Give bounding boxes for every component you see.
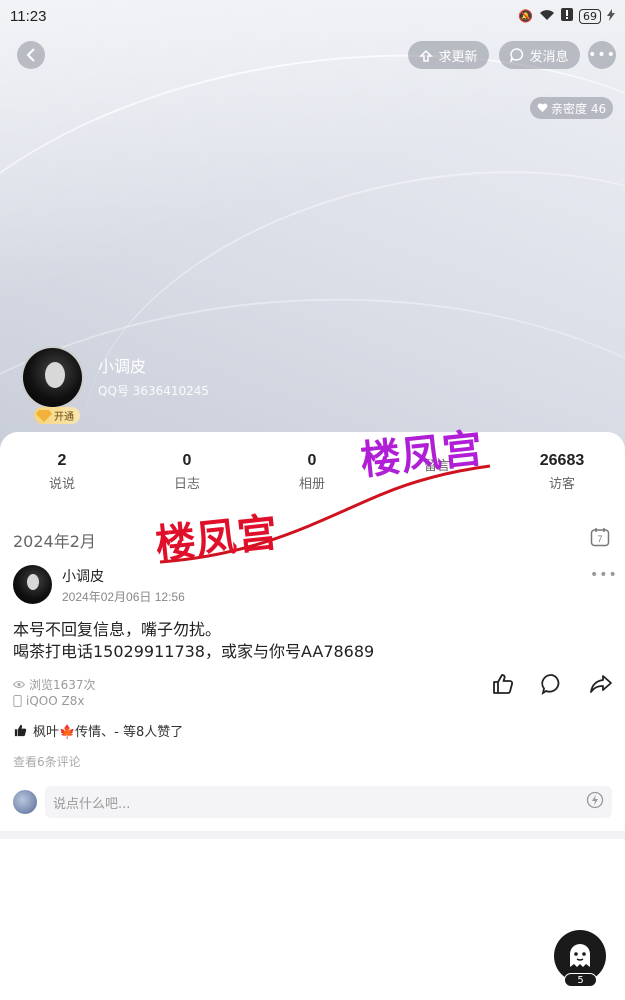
feed-month: 2024年2月 [13, 532, 96, 551]
post-author-name[interactable]: 小调皮 [62, 566, 104, 586]
lightning-icon[interactable] [586, 791, 604, 813]
stat-blogs[interactable]: 0 日志 [137, 452, 237, 492]
profile-name: 小调皮 [98, 357, 147, 376]
view-comments-link[interactable]: 查看6条评论 [13, 753, 81, 770]
mute-icon: 🔕 [518, 9, 533, 23]
comment-input[interactable]: 说点什么吧... [45, 786, 612, 818]
calendar-day: 7 [597, 534, 602, 544]
post-author-avatar[interactable] [13, 565, 52, 604]
send-message-label: 发消息 [529, 49, 569, 65]
intimacy-badge[interactable]: 亲密度 46 [530, 97, 614, 119]
post-more-button[interactable]: ••• [590, 567, 618, 583]
request-update-button[interactable]: 求更新 [408, 41, 489, 69]
vip-label: 开通 [54, 412, 74, 423]
request-update-label: 求更新 [438, 49, 478, 65]
charging-icon [607, 8, 615, 24]
comment-button[interactable] [540, 672, 564, 696]
stat-label: 说说 [48, 477, 75, 492]
status-bar: 11:23 🔕 69 [0, 0, 625, 32]
share-button[interactable] [589, 672, 613, 696]
post-text-line: 喝茶打电话15029911738，或家与你号AA78689 [13, 642, 375, 661]
thumbs-up-filled-icon [14, 724, 27, 737]
heart-icon [537, 103, 548, 112]
ghost-icon [570, 944, 590, 967]
back-button[interactable] [17, 41, 45, 69]
thumbs-up-icon [493, 674, 514, 694]
stats-row: 2 说说 0 日志 0 相册 留言 26683 访客 [0, 452, 625, 494]
status-time: 11:23 [10, 7, 47, 25]
stat-label: 相册 [298, 477, 325, 492]
section-divider [0, 831, 625, 839]
profile-qq-number: QQ号 3636410245 [98, 384, 210, 398]
stat-posts[interactable]: 2 说说 [12, 452, 112, 492]
comment-placeholder: 说点什么吧... [53, 796, 131, 812]
battery-indicator: 69 [579, 8, 601, 24]
chat-bubble-icon [510, 48, 524, 62]
profile-avatar[interactable] [21, 346, 84, 409]
stat-value: 0 [307, 452, 317, 469]
share-icon [590, 675, 612, 693]
wifi-icon [539, 9, 555, 24]
hand-icon [419, 49, 434, 62]
post-text: 本号不回复信息，嘴子勿扰。 喝茶打电话15029911738，或家与你号AA78… [13, 619, 613, 663]
send-message-button[interactable]: 发消息 [499, 41, 580, 69]
more-dots-icon: ••• [588, 47, 616, 63]
stat-visitors[interactable]: 26683 访客 [512, 452, 612, 492]
stat-value: 26683 [539, 452, 585, 469]
post-device: iQOO Z8x [13, 694, 84, 708]
like-button[interactable] [491, 672, 515, 696]
device-label: iQOO Z8x [26, 694, 85, 708]
post-text-line: 本号不回复信息，嘴子勿扰。 [13, 620, 222, 639]
phone-icon [13, 695, 22, 707]
chevron-left-icon [26, 48, 35, 62]
likes-label: 枫叶🍁传情、- 等8人赞了 [33, 725, 184, 740]
stat-value: 2 [57, 452, 67, 469]
stat-label: 访客 [548, 477, 575, 492]
post-timestamp: 2024年02月06日 12:56 [62, 590, 185, 604]
calendar-icon[interactable]: 7 [590, 527, 610, 547]
post-views: 浏览1637次 [13, 676, 96, 693]
fab-count-badge: 5 [564, 973, 597, 987]
my-avatar [13, 790, 37, 814]
more-options-button[interactable]: ••• [588, 41, 616, 69]
intimacy-label: 亲密度 46 [551, 101, 607, 116]
stat-value: 0 [182, 452, 192, 469]
stat-albums[interactable]: 0 相册 [262, 452, 362, 492]
diamond-icon [36, 409, 52, 422]
likes-summary[interactable]: 枫叶🍁传情、- 等8人赞了 [13, 721, 183, 740]
eye-icon [13, 681, 25, 688]
comment-icon [541, 674, 560, 695]
vip-badge[interactable]: 开通 [34, 407, 80, 424]
views-label: 浏览1637次 [29, 678, 96, 692]
stat-label: 日志 [173, 477, 200, 492]
alert-icon [561, 8, 573, 24]
